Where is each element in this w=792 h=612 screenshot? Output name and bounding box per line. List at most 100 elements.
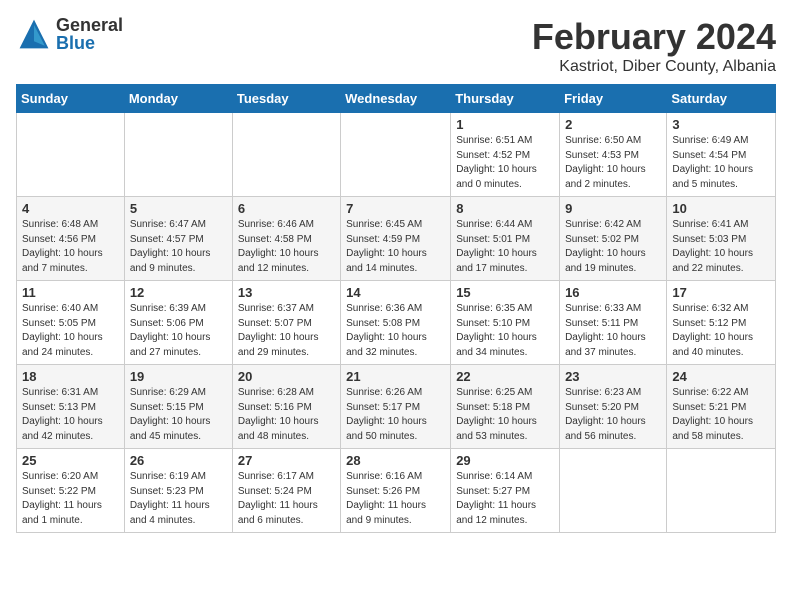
week-row-3: 11 Sunrise: 6:40 AM Sunset: 5:05 PM Dayli… xyxy=(17,281,776,365)
logo-general: General xyxy=(56,16,123,34)
week-row-4: 18 Sunrise: 6:31 AM Sunset: 5:13 PM Dayli… xyxy=(17,365,776,449)
day-number: 26 xyxy=(130,453,227,468)
day-info: Sunrise: 6:50 AM Sunset: 4:53 PM Dayligh… xyxy=(565,134,661,192)
calendar-cell xyxy=(560,449,667,533)
calendar-cell: 4Sunrise: 6:48 AM Sunset: 4:56 PM Daylig… xyxy=(17,197,125,281)
day-number: 18 xyxy=(22,369,119,384)
calendar-cell: 10 Sunrise: 6:41 AM Sunset: 5:03 PM Dayli… xyxy=(667,197,776,281)
day-number: 19 xyxy=(130,369,227,384)
calendar-cell: 6 Sunrise: 6:46 AM Sunset: 4:58 PM Daylig… xyxy=(232,197,340,281)
day-number: 24 xyxy=(672,369,770,384)
day-number: 5 xyxy=(130,201,227,216)
day-number: 29 xyxy=(456,453,554,468)
day-number: 25 xyxy=(22,453,119,468)
day-number: 7 xyxy=(346,201,445,216)
header-area: General Blue February 2024 Kastriot, Dib… xyxy=(16,16,776,76)
weekday-header-tuesday: Tuesday xyxy=(232,85,340,113)
calendar-cell: 9 Sunrise: 6:42 AM Sunset: 5:02 PM Daylig… xyxy=(560,197,667,281)
logo: General Blue xyxy=(16,16,123,52)
day-number: 17 xyxy=(672,285,770,300)
day-info: Sunrise: 6:36 AM Sunset: 5:08 PM Dayligh… xyxy=(346,302,445,360)
calendar-cell: 5 Sunrise: 6:47 AM Sunset: 4:57 PM Daylig… xyxy=(124,197,232,281)
calendar-cell: 2 Sunrise: 6:50 AM Sunset: 4:53 PM Daylig… xyxy=(560,113,667,197)
day-number: 10 xyxy=(672,201,770,216)
day-number: 14 xyxy=(346,285,445,300)
calendar-cell xyxy=(124,113,232,197)
calendar-cell xyxy=(232,113,340,197)
calendar-cell: 8Sunrise: 6:44 AM Sunset: 5:01 PM Daylig… xyxy=(451,197,560,281)
calendar-cell xyxy=(341,113,451,197)
day-info: Sunrise: 6:26 AM Sunset: 5:17 PM Dayligh… xyxy=(346,386,445,444)
day-info: Sunrise: 6:33 AM Sunset: 5:11 PM Dayligh… xyxy=(565,302,661,360)
calendar-cell: 7 Sunrise: 6:45 AM Sunset: 4:59 PM Daylig… xyxy=(341,197,451,281)
day-number: 11 xyxy=(22,285,119,300)
day-info: Sunrise: 6:37 AM Sunset: 5:07 PM Dayligh… xyxy=(238,302,335,360)
calendar-cell: 23 Sunrise: 6:23 AM Sunset: 5:20 PM Dayli… xyxy=(560,365,667,449)
calendar-cell: 18 Sunrise: 6:31 AM Sunset: 5:13 PM Dayli… xyxy=(17,365,125,449)
calendar: SundayMondayTuesdayWednesdayThursdayFrid… xyxy=(16,84,776,533)
day-info: Sunrise: 6:28 AM Sunset: 5:16 PM Dayligh… xyxy=(238,386,335,444)
weekday-header-monday: Monday xyxy=(124,85,232,113)
weekday-header-wednesday: Wednesday xyxy=(341,85,451,113)
calendar-cell: 24 Sunrise: 6:22 AM Sunset: 5:21 PM Dayli… xyxy=(667,365,776,449)
weekday-header-friday: Friday xyxy=(560,85,667,113)
calendar-cell: 27Sunrise: 6:17 AM Sunset: 5:24 PM Dayli… xyxy=(232,449,340,533)
calendar-cell: 25 Sunrise: 6:20 AM Sunset: 5:22 PM Dayli… xyxy=(17,449,125,533)
day-info: Sunrise: 6:22 AM Sunset: 5:21 PM Dayligh… xyxy=(672,386,770,444)
day-number: 23 xyxy=(565,369,661,384)
day-info: Sunrise: 6:23 AM Sunset: 5:20 PM Dayligh… xyxy=(565,386,661,444)
calendar-cell: 11 Sunrise: 6:40 AM Sunset: 5:05 PM Dayli… xyxy=(17,281,125,365)
calendar-cell: 28 Sunrise: 6:16 AM Sunset: 5:26 PM Dayli… xyxy=(341,449,451,533)
day-info: Sunrise: 6:48 AM Sunset: 4:56 PM Dayligh… xyxy=(22,218,119,276)
title-area: February 2024 Kastriot, Diber County, Al… xyxy=(532,16,776,76)
day-info: Sunrise: 6:35 AM Sunset: 5:10 PM Dayligh… xyxy=(456,302,554,360)
calendar-cell: 13 Sunrise: 6:37 AM Sunset: 5:07 PM Dayli… xyxy=(232,281,340,365)
day-number: 20 xyxy=(238,369,335,384)
calendar-cell: 15Sunrise: 6:35 AM Sunset: 5:10 PM Dayli… xyxy=(451,281,560,365)
day-number: 9 xyxy=(565,201,661,216)
week-row-2: 4Sunrise: 6:48 AM Sunset: 4:56 PM Daylig… xyxy=(17,197,776,281)
day-info: Sunrise: 6:25 AM Sunset: 5:18 PM Dayligh… xyxy=(456,386,554,444)
day-number: 6 xyxy=(238,201,335,216)
day-info: Sunrise: 6:49 AM Sunset: 4:54 PM Dayligh… xyxy=(672,134,770,192)
day-info: Sunrise: 6:31 AM Sunset: 5:13 PM Dayligh… xyxy=(22,386,119,444)
day-number: 2 xyxy=(565,117,661,132)
logo-icon xyxy=(16,16,52,52)
calendar-cell: 19Sunrise: 6:29 AM Sunset: 5:15 PM Dayli… xyxy=(124,365,232,449)
day-number: 28 xyxy=(346,453,445,468)
week-row-5: 25 Sunrise: 6:20 AM Sunset: 5:22 PM Dayli… xyxy=(17,449,776,533)
day-info: Sunrise: 6:46 AM Sunset: 4:58 PM Dayligh… xyxy=(238,218,335,276)
day-number: 22 xyxy=(456,369,554,384)
day-info: Sunrise: 6:51 AM Sunset: 4:52 PM Dayligh… xyxy=(456,134,554,192)
calendar-cell: 14 Sunrise: 6:36 AM Sunset: 5:08 PM Dayli… xyxy=(341,281,451,365)
calendar-cell: 22 Sunrise: 6:25 AM Sunset: 5:18 PM Dayli… xyxy=(451,365,560,449)
calendar-cell: 21 Sunrise: 6:26 AM Sunset: 5:17 PM Dayli… xyxy=(341,365,451,449)
day-info: Sunrise: 6:41 AM Sunset: 5:03 PM Dayligh… xyxy=(672,218,770,276)
calendar-cell xyxy=(17,113,125,197)
weekday-header-sunday: Sunday xyxy=(17,85,125,113)
calendar-cell: 29Sunrise: 6:14 AM Sunset: 5:27 PM Dayli… xyxy=(451,449,560,533)
day-info: Sunrise: 6:47 AM Sunset: 4:57 PM Dayligh… xyxy=(130,218,227,276)
day-info: Sunrise: 6:20 AM Sunset: 5:22 PM Dayligh… xyxy=(22,470,119,528)
day-info: Sunrise: 6:39 AM Sunset: 5:06 PM Dayligh… xyxy=(130,302,227,360)
day-info: Sunrise: 6:19 AM Sunset: 5:23 PM Dayligh… xyxy=(130,470,227,528)
weekday-header-row: SundayMondayTuesdayWednesdayThursdayFrid… xyxy=(17,85,776,113)
day-info: Sunrise: 6:45 AM Sunset: 4:59 PM Dayligh… xyxy=(346,218,445,276)
calendar-cell: 3 Sunrise: 6:49 AM Sunset: 4:54 PM Daylig… xyxy=(667,113,776,197)
weekday-header-thursday: Thursday xyxy=(451,85,560,113)
calendar-cell: 26 Sunrise: 6:19 AM Sunset: 5:23 PM Dayli… xyxy=(124,449,232,533)
logo-blue: Blue xyxy=(56,34,123,52)
day-number: 27 xyxy=(238,453,335,468)
weekday-header-saturday: Saturday xyxy=(667,85,776,113)
calendar-cell: 17Sunrise: 6:32 AM Sunset: 5:12 PM Dayli… xyxy=(667,281,776,365)
day-number: 21 xyxy=(346,369,445,384)
day-info: Sunrise: 6:42 AM Sunset: 5:02 PM Dayligh… xyxy=(565,218,661,276)
day-info: Sunrise: 6:16 AM Sunset: 5:26 PM Dayligh… xyxy=(346,470,445,528)
day-number: 13 xyxy=(238,285,335,300)
calendar-cell: 20 Sunrise: 6:28 AM Sunset: 5:16 PM Dayli… xyxy=(232,365,340,449)
calendar-cell: 16Sunrise: 6:33 AM Sunset: 5:11 PM Dayli… xyxy=(560,281,667,365)
day-info: Sunrise: 6:40 AM Sunset: 5:05 PM Dayligh… xyxy=(22,302,119,360)
location-title: Kastriot, Diber County, Albania xyxy=(532,58,776,76)
day-number: 3 xyxy=(672,117,770,132)
day-number: 8 xyxy=(456,201,554,216)
